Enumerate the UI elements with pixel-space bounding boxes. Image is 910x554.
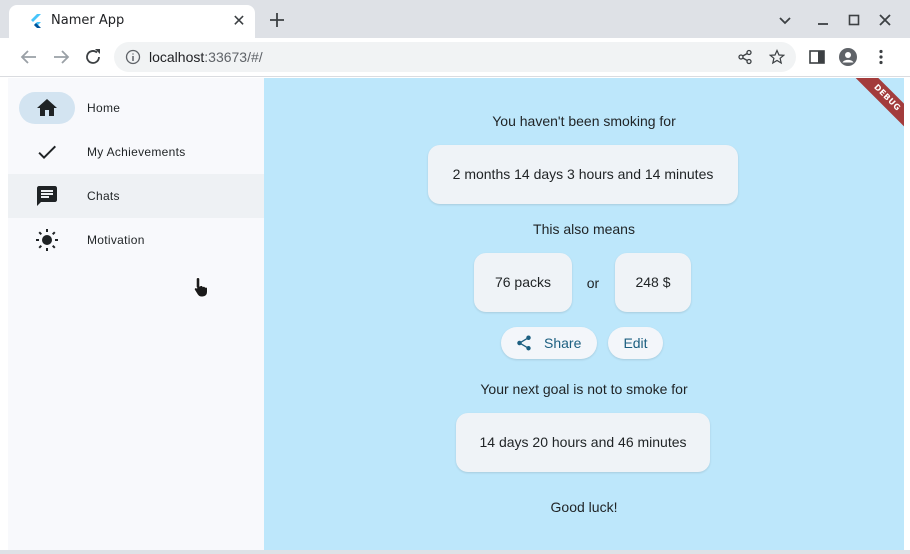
money-card: 248 $ — [615, 253, 691, 312]
tab-title: Namer App — [51, 13, 125, 28]
side-panel-icon[interactable] — [807, 47, 827, 67]
info-icon[interactable] — [125, 49, 141, 65]
next-goal-card: 14 days 20 hours and 46 minutes — [456, 413, 710, 472]
url-text[interactable]: localhost:33673/#/ — [149, 49, 263, 65]
home-icon — [37, 99, 57, 116]
profile-avatar-icon[interactable] — [838, 47, 858, 67]
check-icon — [38, 145, 56, 159]
packs-value: 76 packs — [494, 274, 552, 290]
money-value: 248 $ — [635, 274, 671, 290]
forward-arrow-icon[interactable] — [50, 46, 72, 68]
nav-item-achievements[interactable]: My Achievements — [8, 130, 264, 174]
next-goal-value: 14 days 20 hours and 46 minutes — [479, 434, 687, 450]
window-left-edge — [0, 78, 8, 550]
window-right-edge — [904, 78, 910, 550]
chat-icon — [37, 186, 57, 206]
duration-value: 2 months 14 days 3 hours and 14 minutes — [452, 166, 714, 182]
nav-item-home[interactable]: Home — [8, 78, 264, 124]
share-button[interactable]: Share — [501, 327, 597, 359]
mouse-pointer-hand-icon — [193, 276, 208, 298]
also-means-text: This also means — [533, 221, 635, 237]
main-content: DEBUG You haven't been smoking for 2 mon… — [264, 78, 904, 550]
edit-label: Edit — [623, 335, 648, 351]
chevron-down-icon[interactable] — [774, 9, 796, 31]
more-menu-icon[interactable] — [871, 47, 891, 67]
share-page-icon[interactable] — [737, 49, 753, 65]
browser-tabstrip: Namer App ✕ — [0, 0, 910, 38]
edit-button[interactable]: Edit — [608, 327, 663, 359]
navigation-rail: Home My Achievements Chats Motivation — [8, 78, 264, 550]
url-path: :33673/#/ — [204, 49, 263, 65]
nav-item-chats[interactable]: Chats — [8, 174, 264, 218]
good-luck-text: Good luck! — [550, 499, 618, 515]
tab-close-icon[interactable]: ✕ — [231, 13, 247, 29]
nav-label-home: Home — [87, 101, 121, 115]
minimize-icon[interactable] — [812, 9, 834, 31]
bookmark-star-icon[interactable] — [769, 49, 785, 65]
new-tab-icon[interactable] — [266, 9, 288, 31]
next-goal-text: Your next goal is not to smoke for — [480, 381, 688, 397]
heading-text: You haven't been smoking for — [492, 113, 676, 129]
share-label: Share — [544, 335, 582, 351]
window-bottom-edge — [0, 550, 910, 554]
nav-label-chats: Chats — [87, 189, 120, 203]
browser-toolbar: localhost:33673/#/ — [0, 38, 910, 77]
nav-label-motivation: Motivation — [87, 233, 145, 247]
flutter-icon — [31, 14, 41, 28]
or-text: or — [586, 275, 600, 291]
close-window-icon[interactable] — [874, 9, 896, 31]
sun-icon — [36, 229, 58, 251]
maximize-icon[interactable] — [843, 9, 865, 31]
packs-card: 76 packs — [474, 253, 572, 312]
reload-icon[interactable] — [82, 46, 104, 68]
back-arrow-icon[interactable] — [18, 46, 40, 68]
address-bar[interactable]: localhost:33673/#/ — [114, 42, 796, 72]
duration-card: 2 months 14 days 3 hours and 14 minutes — [428, 145, 738, 204]
url-host: localhost — [149, 49, 205, 65]
browser-tab[interactable]: Namer App ✕ — [9, 5, 255, 38]
nav-item-motivation[interactable]: Motivation — [8, 218, 264, 262]
nav-label-achievements: My Achievements — [87, 145, 186, 159]
share-icon — [517, 335, 531, 351]
